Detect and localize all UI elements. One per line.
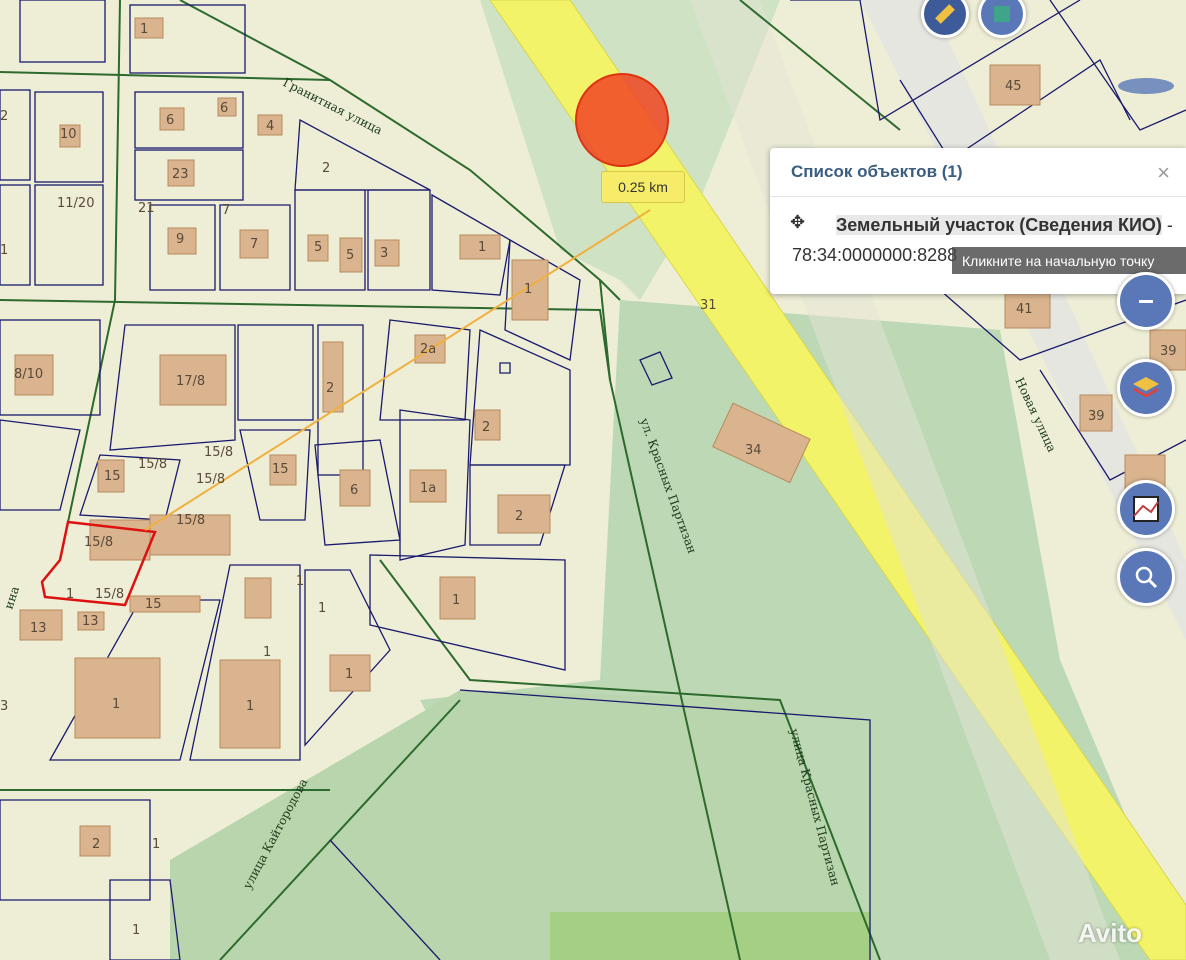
avito-watermark: Avito xyxy=(1078,918,1143,948)
zoom-out-button[interactable] xyxy=(1117,272,1175,330)
svg-text:31: 31 xyxy=(700,298,717,313)
svg-text:1: 1 xyxy=(524,282,532,297)
svg-text:15/8: 15/8 xyxy=(204,445,233,460)
svg-text:1: 1 xyxy=(66,587,74,602)
svg-text:6: 6 xyxy=(166,113,174,128)
svg-text:1: 1 xyxy=(0,243,8,258)
popup-title: Список объектов (1) xyxy=(791,162,963,181)
svg-text:8/10: 8/10 xyxy=(14,367,43,382)
svg-text:45: 45 xyxy=(1005,79,1022,94)
svg-text:2: 2 xyxy=(515,509,523,524)
svg-text:6: 6 xyxy=(220,101,228,116)
svg-text:1: 1 xyxy=(246,699,254,714)
popup-divider xyxy=(770,196,1186,197)
svg-text:1: 1 xyxy=(452,593,460,608)
svg-text:34: 34 xyxy=(745,443,762,458)
sports-field xyxy=(550,912,870,960)
svg-text:1: 1 xyxy=(478,240,486,255)
svg-text:2: 2 xyxy=(92,837,100,852)
svg-text:5: 5 xyxy=(346,248,354,263)
svg-text:2: 2 xyxy=(482,420,490,435)
svg-text:39: 39 xyxy=(1088,409,1105,424)
svg-text:9: 9 xyxy=(176,232,184,247)
svg-text:5: 5 xyxy=(314,240,322,255)
svg-text:1: 1 xyxy=(112,697,120,712)
layers-button[interactable] xyxy=(1117,359,1175,417)
svg-text:4: 4 xyxy=(266,119,274,134)
svg-text:3: 3 xyxy=(0,699,8,714)
square-tool-icon xyxy=(994,6,1010,22)
svg-text:1: 1 xyxy=(263,645,271,660)
svg-text:1: 1 xyxy=(345,667,353,682)
search-button[interactable] xyxy=(1117,548,1175,606)
collapse-control[interactable] xyxy=(1118,78,1174,94)
svg-text:10: 10 xyxy=(60,127,77,142)
svg-text:15/8: 15/8 xyxy=(196,472,225,487)
svg-text:2: 2 xyxy=(0,109,8,124)
svg-text:6: 6 xyxy=(350,483,358,498)
map-canvas[interactable]: Гранитная улица ул. Красных Партизан ули… xyxy=(0,0,1186,960)
svg-text:11/20: 11/20 xyxy=(57,196,94,211)
svg-text:13: 13 xyxy=(30,621,47,636)
svg-text:13: 13 xyxy=(82,614,99,629)
svg-text:7: 7 xyxy=(250,237,258,252)
svg-text:23: 23 xyxy=(172,167,189,182)
search-icon xyxy=(1135,566,1158,589)
svg-text:15/8: 15/8 xyxy=(176,513,205,528)
map-layers-icon xyxy=(1133,496,1159,522)
svg-text:1: 1 xyxy=(152,837,160,852)
svg-text:17/8: 17/8 xyxy=(176,374,205,389)
street-label-left: ина xyxy=(2,585,22,611)
measure-marker[interactable] xyxy=(575,73,669,167)
svg-text:41: 41 xyxy=(1016,302,1033,317)
svg-text:15: 15 xyxy=(145,597,162,612)
svg-text:1a: 1a xyxy=(420,481,436,496)
svg-text:15/8: 15/8 xyxy=(95,587,124,602)
object-type[interactable]: Земельный участок (Сведения КИО) xyxy=(836,215,1162,235)
layers-icon xyxy=(1133,377,1159,398)
svg-text:3: 3 xyxy=(380,246,388,261)
measure-hint-tooltip: Кликните на начальную точку xyxy=(952,247,1186,274)
svg-text:15/8: 15/8 xyxy=(84,535,113,550)
street-label-granitnaya: Гранитная улица xyxy=(281,75,385,137)
svg-text:1: 1 xyxy=(132,923,140,938)
svg-text:21: 21 xyxy=(138,201,155,216)
svg-text:15/8: 15/8 xyxy=(138,457,167,472)
svg-text:15: 15 xyxy=(104,469,121,484)
svg-text:39: 39 xyxy=(1160,344,1177,359)
cadastral-number: 78:34:0000000:8288 xyxy=(792,245,958,265)
map-layers-button[interactable] xyxy=(1117,480,1175,538)
svg-text:2: 2 xyxy=(322,161,330,176)
svg-text:1: 1 xyxy=(296,574,304,589)
popup-close-icon[interactable]: × xyxy=(1157,160,1170,186)
minus-icon xyxy=(1139,299,1153,303)
svg-text:1: 1 xyxy=(140,22,148,37)
measure-distance-label: 0.25 km xyxy=(601,171,685,203)
svg-text:7: 7 xyxy=(222,203,230,218)
svg-text:1: 1 xyxy=(318,601,326,616)
svg-text:2: 2 xyxy=(326,381,334,396)
svg-text:2a: 2a xyxy=(420,342,436,357)
object-separator: - xyxy=(1161,215,1173,235)
svg-text:15: 15 xyxy=(272,462,289,477)
ruler-icon xyxy=(935,4,955,24)
